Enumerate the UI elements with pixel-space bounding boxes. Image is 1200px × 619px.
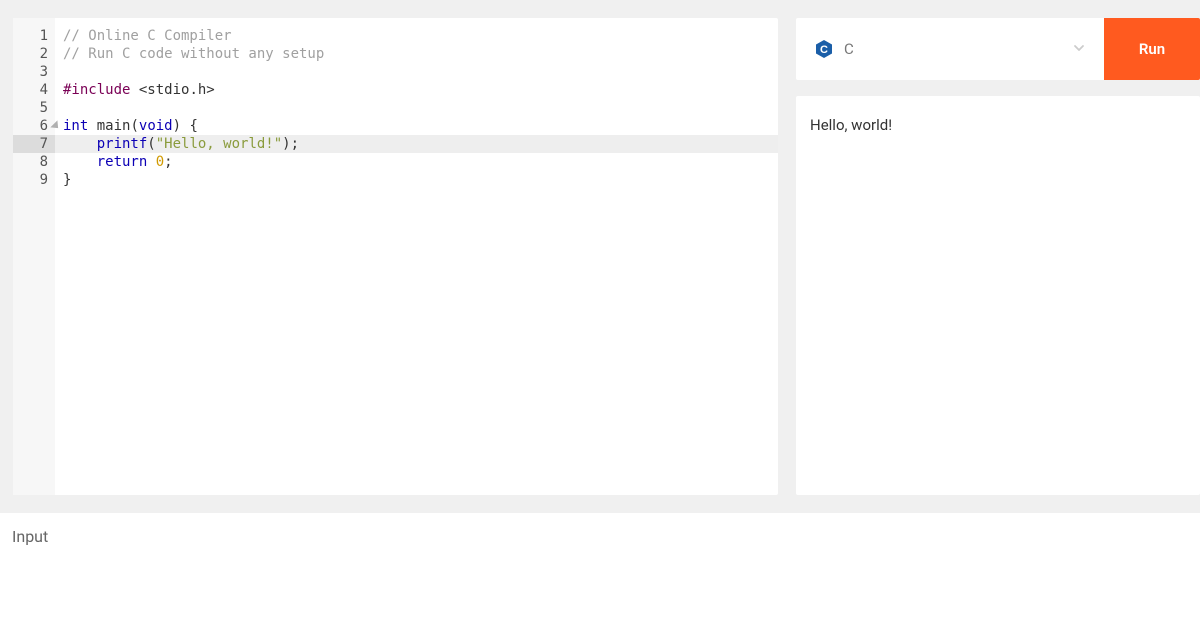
code-editor[interactable]: 1 2 3 4 5 6 7 8 9 // Online C Compiler /… <box>13 18 778 495</box>
line-number: 6 <box>13 117 55 135</box>
c-language-icon: C <box>814 39 834 59</box>
code-line <box>55 63 778 81</box>
toolbar: C C Run <box>796 18 1200 80</box>
line-number: 2 <box>13 45 55 63</box>
input-label: Input <box>8 527 1192 546</box>
run-button[interactable]: Run <box>1104 18 1200 80</box>
code-area[interactable]: // Online C Compiler // Run C code witho… <box>55 18 778 495</box>
line-number: 9 <box>13 171 55 189</box>
code-line: // Online C Compiler <box>55 27 778 45</box>
language-selector[interactable]: C C <box>796 18 1104 80</box>
output-panel: Hello, world! <box>796 96 1200 495</box>
chevron-down-icon <box>1072 40 1086 59</box>
code-line: printf("Hello, world!"); <box>55 135 778 153</box>
code-line: #include <stdio.h> <box>55 81 778 99</box>
language-label: C <box>844 40 1062 58</box>
line-number: 7 <box>13 135 55 153</box>
code-line: } <box>55 171 778 189</box>
line-gutter: 1 2 3 4 5 6 7 8 9 <box>13 18 55 495</box>
line-number: 4 <box>13 81 55 99</box>
input-panel[interactable]: Input <box>0 513 1200 619</box>
code-line: // Run C code without any setup <box>55 45 778 63</box>
line-number: 5 <box>13 99 55 117</box>
svg-text:C: C <box>820 44 828 56</box>
code-line: int main(void) { <box>55 117 778 135</box>
code-line: return 0; <box>55 153 778 171</box>
line-number: 1 <box>13 27 55 45</box>
output-text: Hello, world! <box>810 116 1186 134</box>
line-number: 8 <box>13 153 55 171</box>
line-number: 3 <box>13 63 55 81</box>
code-line <box>55 99 778 117</box>
